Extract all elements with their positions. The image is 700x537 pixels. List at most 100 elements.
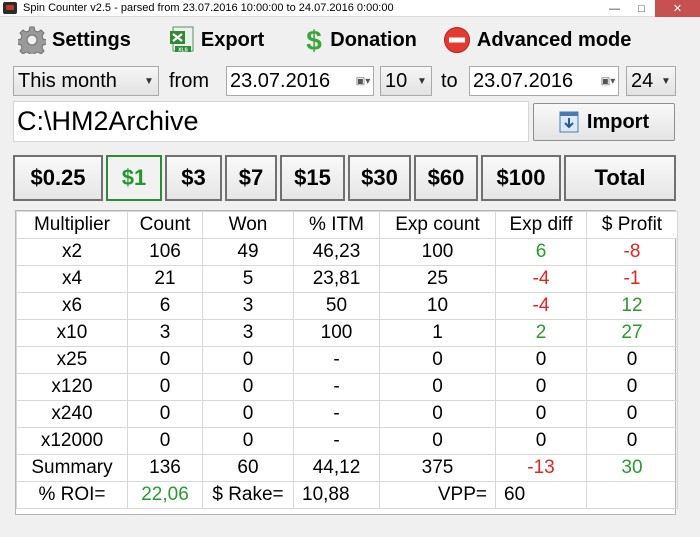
- excel-icon: XLS: [169, 26, 194, 54]
- table-cell: x120: [16, 373, 128, 401]
- title-bar: Spin Counter v2.5 - parsed from 23.07.20…: [0, 0, 700, 17]
- minimize-button[interactable]: —: [601, 0, 628, 17]
- gear-icon: [18, 26, 46, 54]
- footer-row: % ROI= 22,06 $ Rake= 10,88 VPP= 60: [16, 481, 678, 509]
- from-date-value: 23.07.2016: [230, 69, 331, 92]
- to-hour-select[interactable]: 24 ▼: [626, 66, 676, 96]
- table-cell: Summary: [16, 454, 128, 482]
- table-cell: 12: [586, 292, 678, 320]
- stake-button-60[interactable]: $60: [414, 155, 478, 201]
- settings-menu-item[interactable]: Settings: [18, 20, 131, 60]
- table-row: x10 3 3 100 1 2 27: [16, 319, 678, 347]
- table-cell: x2: [16, 238, 128, 266]
- table-cell: 0: [379, 427, 496, 455]
- table-cell: 0: [202, 373, 294, 401]
- roi-label: % ROI=: [16, 481, 128, 509]
- table-cell: 6: [495, 238, 587, 266]
- table-cell: 0: [202, 400, 294, 428]
- to-date-picker[interactable]: 23.07.2016 ▣▾: [469, 66, 619, 96]
- roi-value: 22,06: [127, 481, 203, 509]
- table-row: x120 0 0 - 0 0 0: [16, 373, 678, 401]
- donation-menu-item[interactable]: $ Donation: [304, 20, 416, 60]
- import-label: Import: [586, 110, 650, 133]
- stake-button-1[interactable]: $1: [106, 155, 162, 201]
- table-row: x4 21 5 23,81 25 -4 -1: [16, 265, 678, 293]
- table-cell: 0: [202, 346, 294, 374]
- advanced-mode-menu-item[interactable]: Advanced mode: [443, 20, 631, 60]
- table-cell: 50: [293, 292, 380, 320]
- column-header: Won: [202, 211, 294, 239]
- table-cell: 106: [127, 238, 203, 266]
- table-cell: -: [293, 346, 380, 374]
- from-hour-select[interactable]: 10 ▼: [380, 66, 432, 96]
- table-cell: 100: [293, 319, 380, 347]
- column-header: Exp diff: [495, 211, 587, 239]
- table-cell: 60: [202, 454, 294, 482]
- table-cell: x6: [16, 292, 128, 320]
- export-menu-item[interactable]: XLS Export: [169, 20, 264, 60]
- column-header: % ITM: [293, 211, 380, 239]
- table-header-row: Multiplier Count Won % ITM Exp count Exp…: [16, 211, 678, 239]
- table-cell: -4: [495, 292, 587, 320]
- dollar-icon: $: [306, 25, 322, 55]
- export-label: Export: [200, 28, 265, 51]
- archive-path-input[interactable]: C:\HM2Archive: [13, 101, 529, 142]
- stake-button-30[interactable]: $30: [348, 155, 411, 201]
- table-cell: 46,23: [293, 238, 380, 266]
- to-label: to: [441, 70, 458, 92]
- stake-button-7[interactable]: $7: [225, 155, 277, 201]
- table-cell: 3: [202, 319, 294, 347]
- table-cell: 0: [379, 373, 496, 401]
- table-cell: 0: [202, 427, 294, 455]
- table-cell: 0: [127, 373, 203, 401]
- table-cell: x4: [16, 265, 128, 293]
- table-cell: 0: [127, 346, 203, 374]
- stake-button-total[interactable]: Total: [564, 155, 676, 201]
- table-cell: 0: [495, 427, 587, 455]
- table-cell: 3: [202, 292, 294, 320]
- menu-bar: Settings XLS Export $ Donation Advanced …: [0, 18, 700, 62]
- column-header: Count: [127, 211, 203, 239]
- from-label: from: [169, 70, 209, 92]
- period-select[interactable]: This month ▼: [13, 66, 159, 96]
- table-cell: 0: [127, 400, 203, 428]
- table-cell: 10: [379, 292, 496, 320]
- table-cell: -1: [586, 265, 678, 293]
- table-cell: -: [293, 373, 380, 401]
- table-row: x6 6 3 50 10 -4 12: [16, 292, 678, 320]
- from-date-picker[interactable]: 23.07.2016 ▣▾: [226, 66, 374, 96]
- maximize-button[interactable]: □: [628, 0, 655, 17]
- app-icon: [3, 2, 17, 14]
- table-cell: -8: [586, 238, 678, 266]
- table-row: x240 0 0 - 0 0 0: [16, 400, 678, 428]
- table-cell: -4: [495, 265, 587, 293]
- table-cell: x240: [16, 400, 128, 428]
- table-row: x25 0 0 - 0 0 0: [16, 346, 678, 374]
- table-cell: 0: [586, 400, 678, 428]
- svg-text:$: $: [306, 25, 322, 55]
- stake-button-3[interactable]: $3: [165, 155, 222, 201]
- table-cell: x25: [16, 346, 128, 374]
- table-cell: 2: [495, 319, 587, 347]
- table-cell: -: [293, 427, 380, 455]
- import-button[interactable]: Import: [533, 103, 675, 141]
- table-cell: 136: [127, 454, 203, 482]
- column-header: $ Profit: [586, 211, 678, 239]
- table-cell: 5: [202, 265, 294, 293]
- to-date-value: 23.07.2016: [473, 69, 574, 92]
- chevron-down-icon: ▼: [661, 75, 671, 87]
- table-cell: 3: [127, 319, 203, 347]
- to-hour-value: 24: [631, 69, 654, 92]
- table-cell: 0: [586, 346, 678, 374]
- stake-button-0.25[interactable]: $0.25: [13, 155, 103, 201]
- table-cell: 44,12: [293, 454, 380, 482]
- chevron-down-icon: ▼: [144, 75, 154, 87]
- close-button[interactable]: ✕: [655, 0, 700, 17]
- stake-button-100[interactable]: $100: [481, 155, 561, 201]
- table-cell: -: [293, 400, 380, 428]
- vpp-value: 60: [495, 481, 587, 509]
- stake-button-15[interactable]: $15: [280, 155, 345, 201]
- calendar-dropdown-icon: ▣▾: [600, 75, 616, 87]
- advanced-mode-label: Advanced mode: [476, 28, 632, 51]
- rake-value: 10,88: [293, 481, 380, 509]
